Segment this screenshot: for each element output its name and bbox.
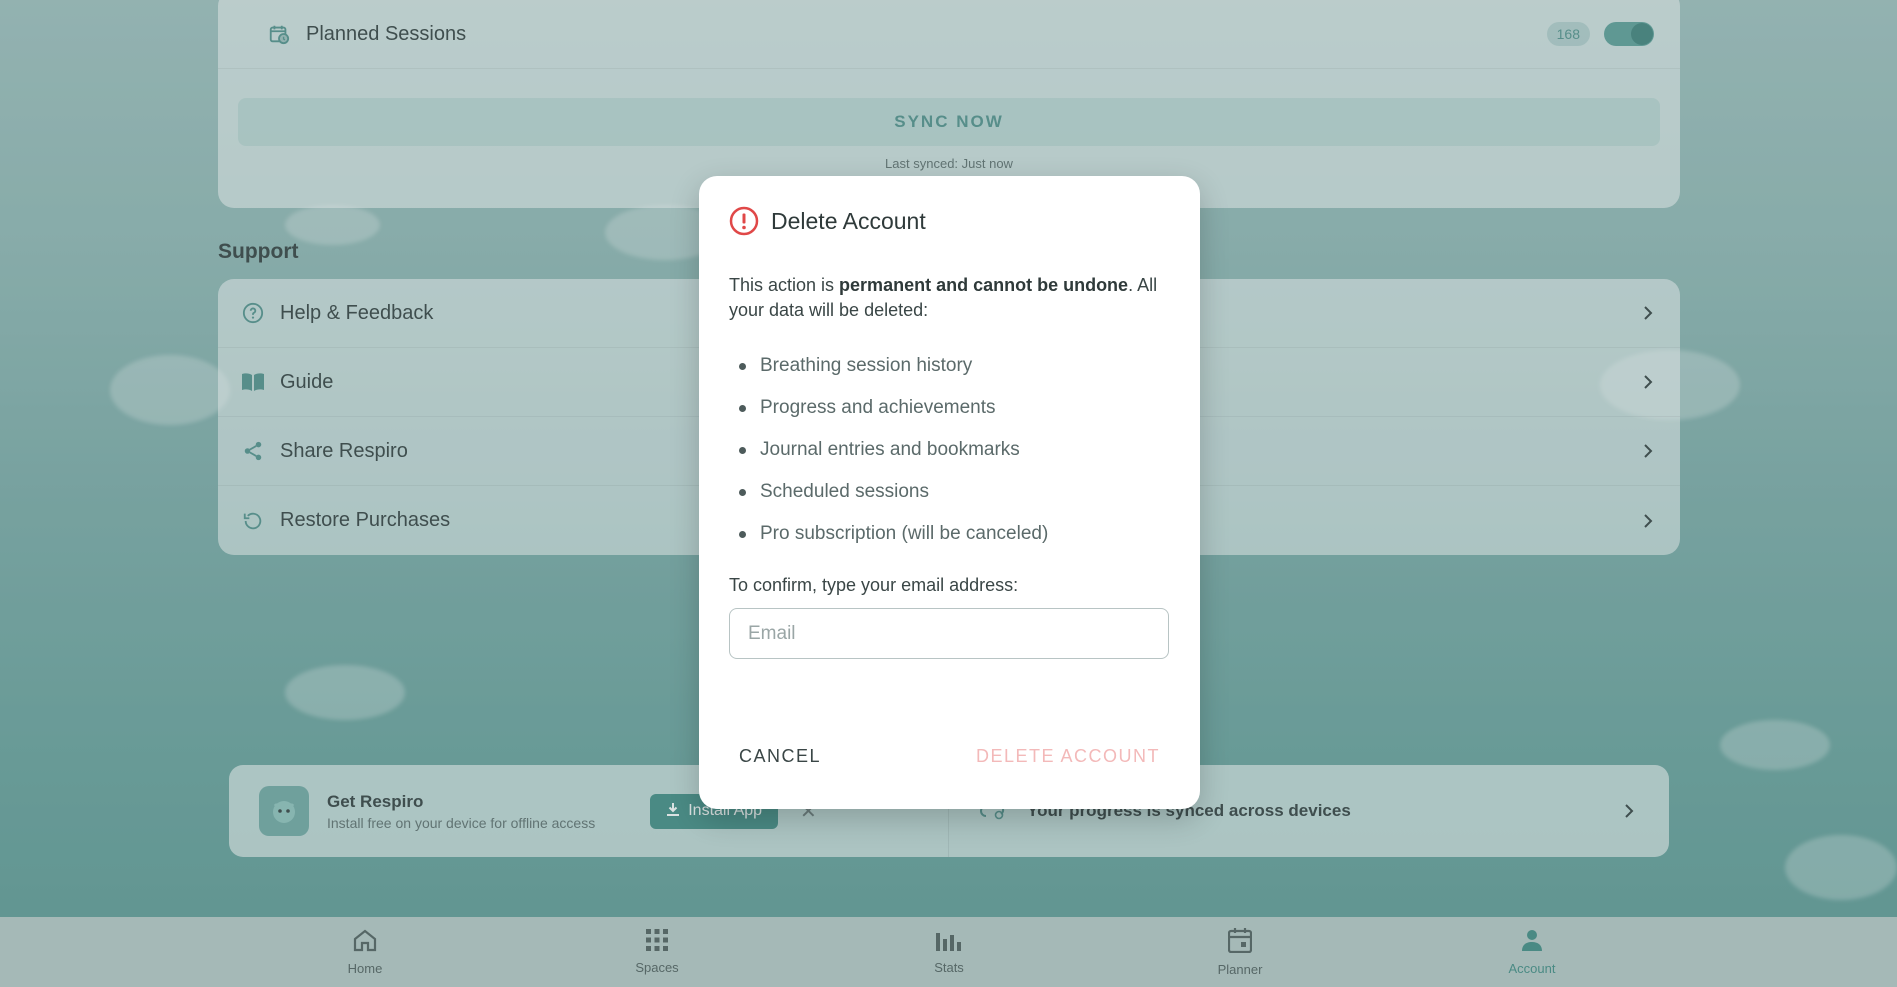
email-field[interactable] xyxy=(729,608,1169,659)
dialog-message-emphasis: permanent and cannot be undone xyxy=(839,275,1129,295)
list-item: Journal entries and bookmarks xyxy=(729,429,1170,471)
list-item: Pro subscription (will be canceled) xyxy=(729,513,1170,555)
deleted-data-list: Breathing session history Progress and a… xyxy=(729,345,1170,555)
list-item: Scheduled sessions xyxy=(729,471,1170,513)
cancel-button[interactable]: CANCEL xyxy=(739,746,821,767)
dialog-message-start: This action is xyxy=(729,275,840,295)
delete-account-button[interactable]: DELETE ACCOUNT xyxy=(976,746,1160,767)
dialog-actions: CANCEL DELETE ACCOUNT xyxy=(739,746,1160,767)
delete-account-dialog: Delete Account This action is permanent … xyxy=(699,176,1200,809)
dialog-header: Delete Account xyxy=(729,206,1170,236)
dialog-message: This action is permanent and cannot be u… xyxy=(729,273,1170,323)
dialog-title: Delete Account xyxy=(771,207,926,234)
warning-icon xyxy=(729,206,759,236)
confirm-email-label: To confirm, type your email address: xyxy=(729,575,1019,595)
list-item: Breathing session history xyxy=(729,345,1170,387)
list-item: Progress and achievements xyxy=(729,387,1170,429)
